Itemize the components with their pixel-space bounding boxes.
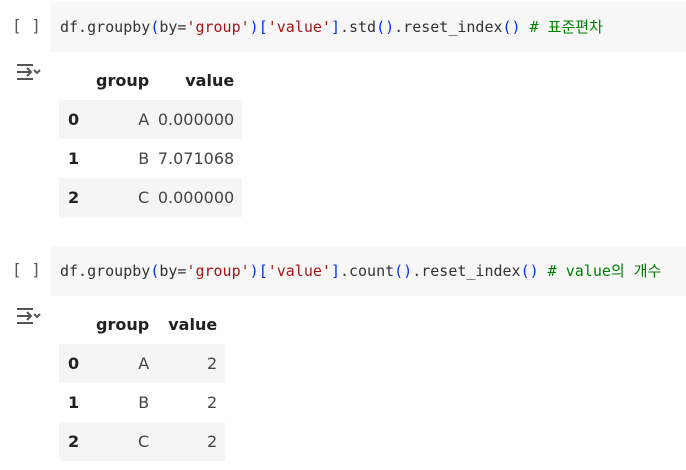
- row-index: 2: [68, 432, 80, 451]
- row-index: 1: [68, 393, 80, 412]
- row-index: 1: [68, 149, 80, 168]
- cell-group: C: [138, 188, 150, 207]
- output-toggle-icon[interactable]: [14, 60, 42, 84]
- column-header: group: [96, 315, 150, 334]
- run-cell-button[interactable]: [ ]: [12, 258, 48, 282]
- table-row: 2 C 0.000000: [59, 178, 243, 217]
- table-row: 0 A 2: [59, 344, 226, 383]
- code-editor[interactable]: df.groupby(by='group')['value'].std().re…: [50, 2, 686, 52]
- run-cell-button[interactable]: [ ]: [12, 14, 48, 38]
- cell-value: 0.000000: [157, 110, 235, 129]
- column-header: value: [168, 315, 218, 334]
- table-row: 1 B 2: [59, 383, 225, 422]
- dataframe-table: group value 0 A 2 1 B 2 2 C 2: [59, 305, 226, 461]
- dataframe-table: group value 0 A 0.000000 1 B 7.071068 2 …: [59, 61, 243, 217]
- cell-group: A: [138, 354, 150, 373]
- cell-group: A: [138, 110, 150, 129]
- cell-value: 2: [207, 432, 218, 451]
- cell-value: 2: [207, 393, 218, 412]
- cell-value: 2: [207, 354, 218, 373]
- table-row: 1 B 7.071068: [59, 139, 242, 178]
- cell-value: 0.000000: [157, 188, 235, 207]
- cell-value: 7.071068: [157, 149, 235, 168]
- cell-group: B: [138, 149, 150, 168]
- cell-group: B: [138, 393, 150, 412]
- table-header-row: group value: [59, 305, 225, 344]
- cell-group: C: [138, 432, 150, 451]
- index-header: [59, 305, 96, 344]
- row-index: 0: [68, 110, 80, 129]
- code-cell-2[interactable]: [ ] df.groupby(by='group')['value'].coun…: [0, 246, 686, 296]
- row-index: 0: [68, 354, 80, 373]
- output-toggle-icon[interactable]: [14, 304, 42, 328]
- table-row: 2 C 2: [59, 422, 226, 461]
- code-editor[interactable]: df.groupby(by='group')['value'].count().…: [50, 246, 686, 296]
- row-index: 2: [68, 188, 80, 207]
- code-line: df.groupby(by='group')['value'].count().…: [60, 262, 662, 280]
- column-header: value: [185, 71, 235, 90]
- table-header-row: group value: [59, 61, 242, 100]
- table-row: 0 A 0.000000: [59, 100, 243, 139]
- code-line: df.groupby(by='group')['value'].std().re…: [60, 18, 603, 36]
- code-cell-1[interactable]: [ ] df.groupby(by='group')['value'].std(…: [0, 2, 686, 52]
- index-header: [59, 61, 96, 100]
- column-header: group: [96, 71, 150, 90]
